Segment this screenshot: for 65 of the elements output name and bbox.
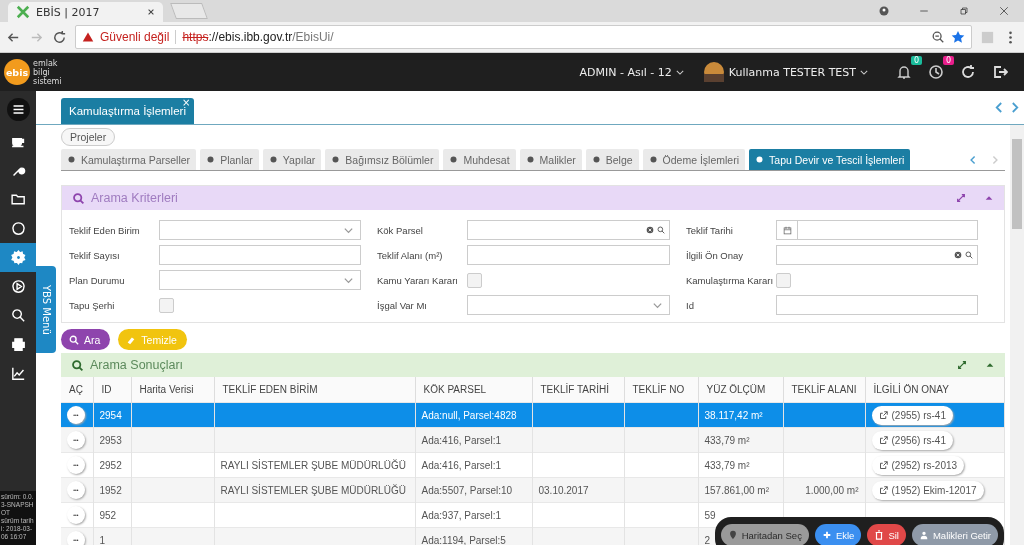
logo-caption: emlak (33, 58, 59, 68)
tab[interactable]: Muhdesat (443, 149, 516, 170)
field-label: İlgili Ön Onay (686, 249, 745, 261)
approval-link[interactable]: (2956) rs-41 (871, 430, 953, 450)
column-header[interactable]: TEKLİF TARİHİ (532, 377, 624, 403)
tab[interactable]: Tapu Devir ve Tescil İşlemleri (749, 149, 911, 170)
column-header[interactable]: İLGİLİ ÖN ONAY (865, 377, 1005, 403)
table-cell: 03.10.2017 (532, 477, 624, 503)
projects-button[interactable]: Projeler (61, 128, 116, 146)
tab[interactable]: Malikler (519, 149, 582, 170)
approval-link[interactable]: (2955) rs-41 (871, 405, 953, 425)
field-label: İşgal Var Mı (377, 299, 428, 311)
notification-count: 0 (910, 56, 922, 65)
table-cell: 433,79 m² (698, 427, 783, 453)
tab-close[interactable]: × (181, 97, 192, 108)
table-cell: Ada:null, Parsel:4828 (415, 402, 532, 428)
logo-caption: bilgi (33, 67, 50, 77)
field-label: Id (686, 299, 695, 311)
table-cell: 2954 (93, 402, 131, 428)
tab[interactable]: Yapılar (262, 149, 322, 170)
column-header[interactable]: ID (93, 377, 131, 403)
column-header[interactable]: AÇ (61, 377, 93, 403)
table-cell: 38.117,42 m² (698, 402, 783, 428)
field-label: Teklif Tarihi (686, 224, 734, 236)
toolbar-button[interactable]: Sil (867, 524, 906, 545)
table-cell: Ada:416, Parsel:1 (415, 427, 532, 453)
tab[interactable]: Planlar (200, 149, 259, 170)
column-header[interactable]: TEKLİF NO (624, 377, 698, 403)
tab[interactable]: Belge (585, 149, 639, 170)
table-cell: 1952 (93, 477, 131, 503)
user-dropdown[interactable]: Kullanma TESTER TEST (728, 65, 856, 79)
task-count: 0 (942, 56, 954, 65)
column-header[interactable]: YÜZ ÖLÇÜM (698, 377, 783, 403)
table-cell: RAYLI SİSTEMLER ŞUBE MÜDÜRLÜĞÜ (214, 477, 415, 503)
side-menu-tab[interactable]: YBS Menü (36, 266, 56, 353)
column-header[interactable]: TEKLİF ALANI (783, 377, 865, 403)
field-label: Kamulaştırma Kararı (686, 274, 775, 286)
logo-caption: sistemi (33, 76, 62, 86)
field-label: Kamu Yararı Kararı (377, 274, 459, 286)
search-button[interactable]: Ara (61, 329, 111, 350)
panel-title: Arama Sonuçları (90, 358, 184, 372)
tab[interactable]: Bağımsız Bölümler (325, 149, 440, 170)
table-cell: 157.861,00 m² (698, 477, 783, 503)
role-dropdown[interactable]: ADMIN - Asıl - 12 (579, 65, 672, 79)
approval-link[interactable]: (2952) rs-2013 (871, 455, 965, 475)
column-header[interactable]: Harita Verisi (131, 377, 214, 403)
table-cell: 1 (93, 527, 131, 545)
approval-link[interactable]: (1952) Ekim-12017 (871, 480, 984, 500)
tab[interactable]: Kamulaştırma Parseller (61, 149, 197, 170)
table-cell: 2953 (93, 427, 131, 453)
tab[interactable]: Ödeme İşlemleri (642, 149, 746, 170)
field-label: Plan Durumu (69, 274, 126, 286)
table-cell: Ada:1194, Parsel:5 (415, 527, 532, 545)
table-cell: 1.000,00 m² (783, 477, 865, 503)
field-label: Teklif Eden Birim (69, 224, 141, 236)
column-header[interactable]: TEKLİF EDEN BİRİM (214, 377, 415, 403)
address-field[interactable]: Güvenli değil https://ebis.ibb.gov.tr/EbisUi/ (75, 25, 972, 49)
field-label: Kök Parsel (377, 224, 424, 236)
browser-tab[interactable]: EBİS | 2017 (8, 2, 163, 22)
panel-title: Arama Kriterleri (91, 191, 178, 205)
field-label: Tapu Şerhi (69, 299, 116, 311)
field-label: Teklif Sayısı (69, 249, 121, 261)
table-cell: Ada:5507, Parsel:10 (415, 477, 532, 503)
column-header[interactable]: KÖK PARSEL (415, 377, 532, 403)
field-label: Teklif Alanı (m²) (377, 249, 444, 261)
